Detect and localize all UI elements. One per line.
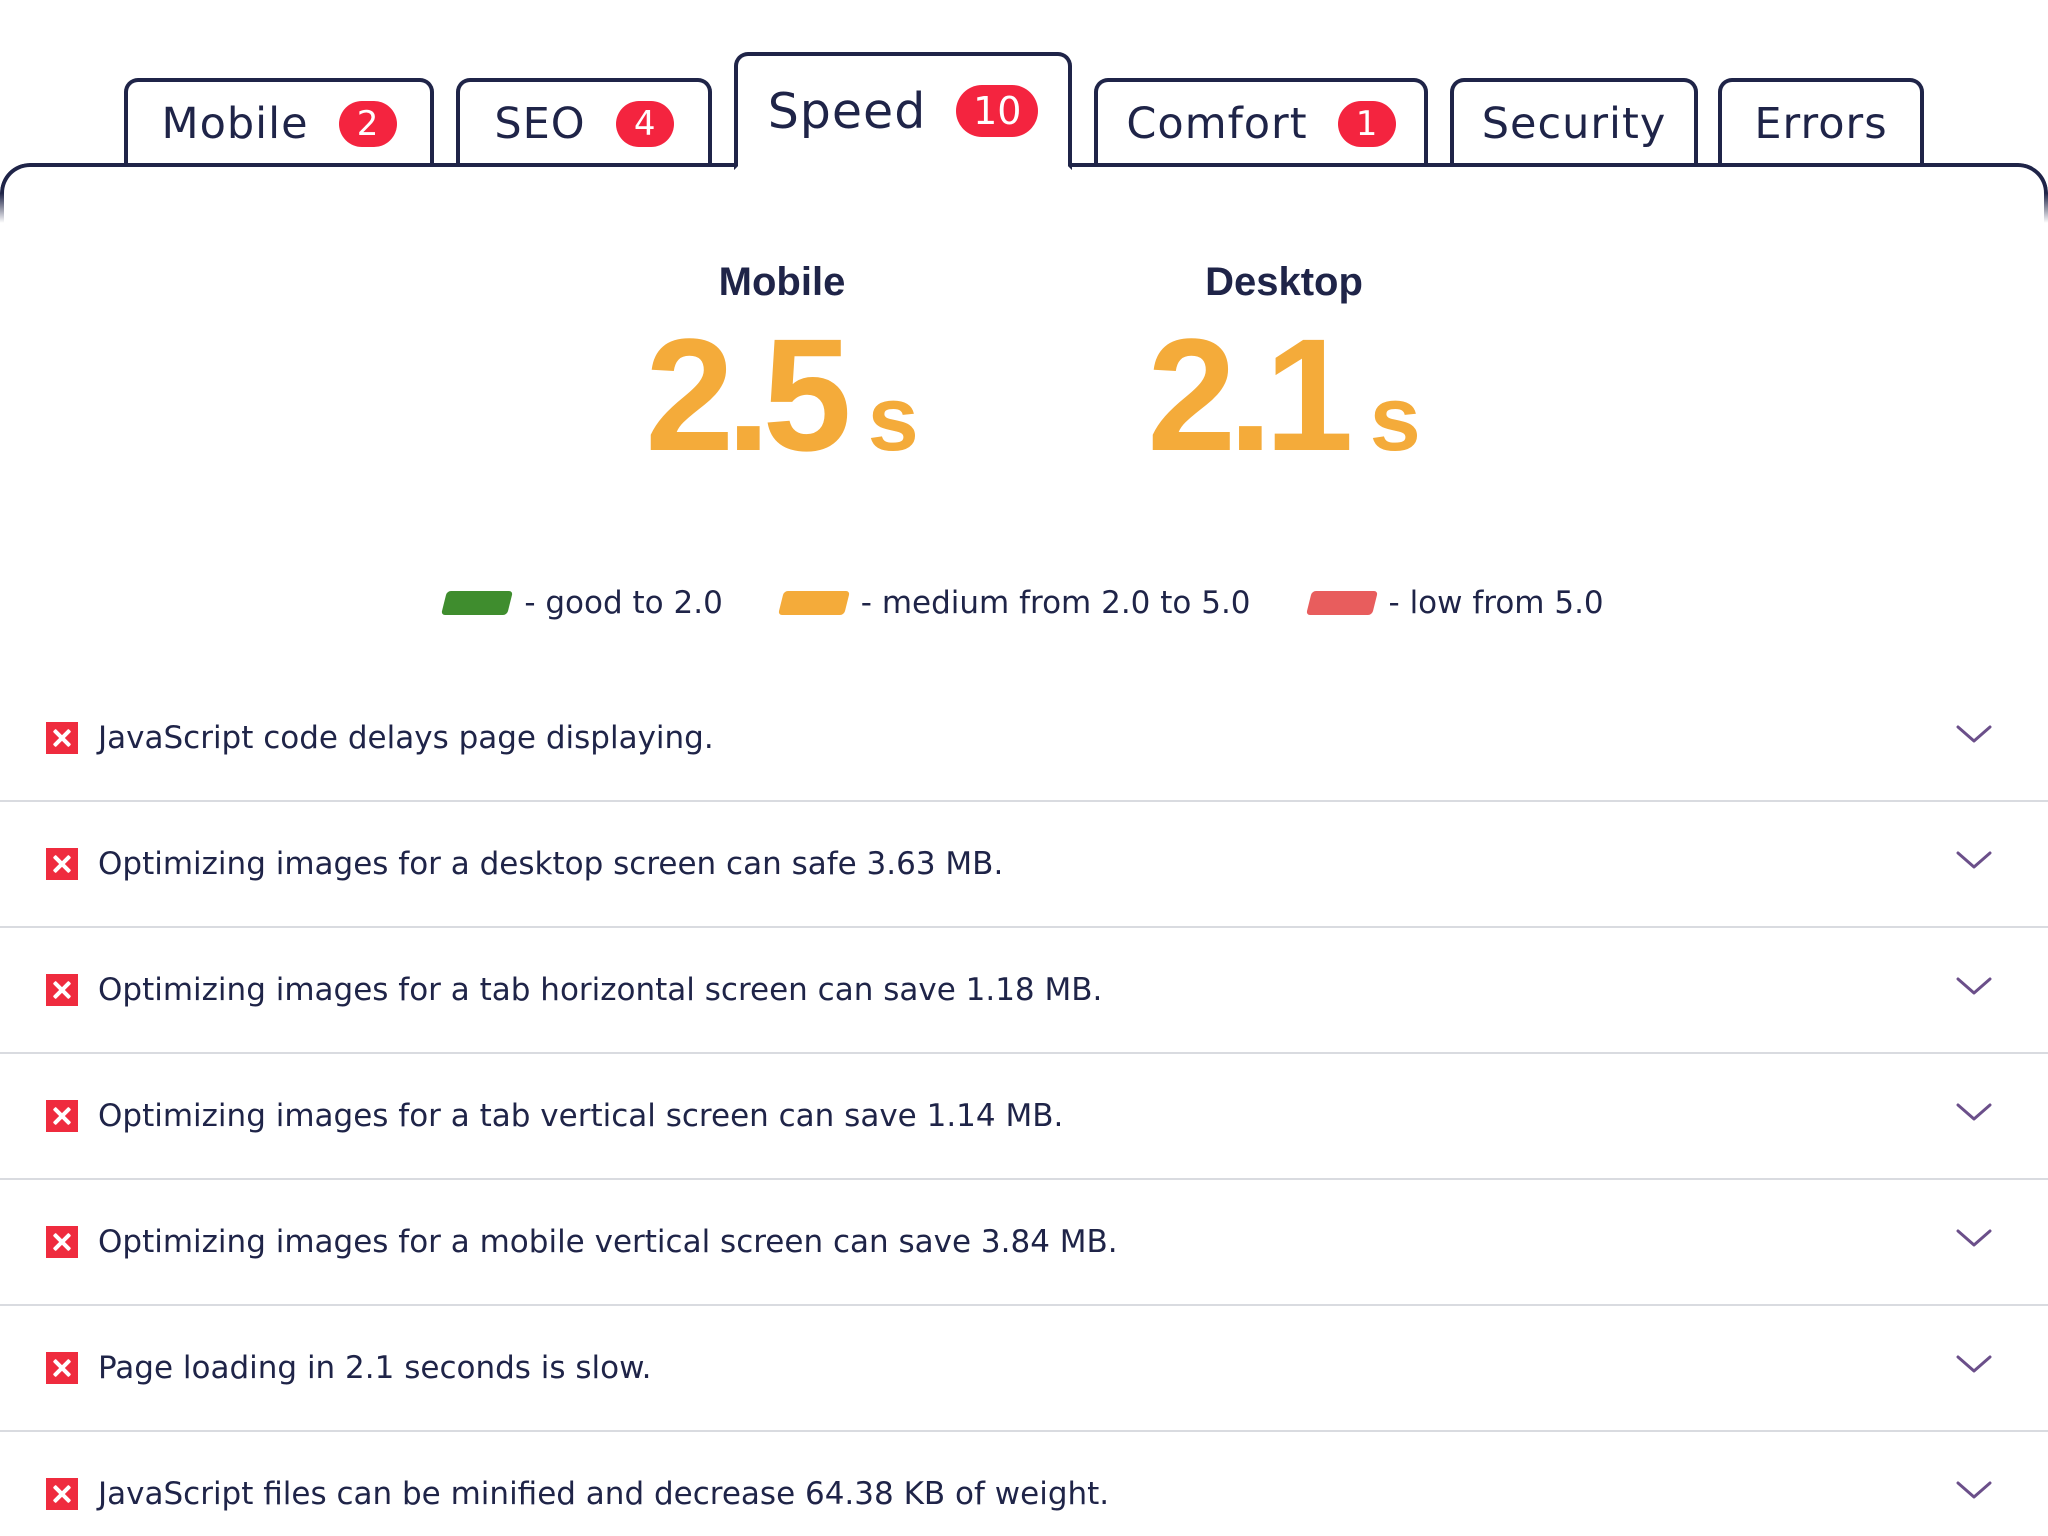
issue-row[interactable]: JavaScript code delays page displaying. [0, 676, 2048, 802]
speed-scores: Mobile 2.5 s Desktop 2.1 s [0, 260, 2048, 510]
error-x-icon [46, 1478, 78, 1510]
mobile-score-value: 2.5 [645, 305, 851, 484]
error-x-icon [46, 722, 78, 754]
mobile-score-value-row: 2.5 s [582, 315, 982, 475]
speed-report-panel: Mobile 2 SEO 4 Speed 10 Comfort 1 Securi… [0, 0, 2048, 1536]
tab-errors[interactable]: Errors [1718, 78, 1924, 166]
desktop-score-value-row: 2.1 s [1084, 315, 1484, 475]
issue-text: Optimizing images for a desktop screen c… [98, 846, 1004, 882]
tab-mobile[interactable]: Mobile 2 [124, 78, 434, 166]
chevron-down-icon[interactable] [1956, 724, 1992, 744]
mobile-score-unit: s [867, 368, 919, 470]
chevron-down-icon[interactable] [1956, 850, 1992, 870]
desktop-score-title: Desktop [1205, 260, 1363, 304]
issue-row[interactable]: Optimizing images for a tab vertical scr… [0, 1054, 2048, 1180]
speed-legend: - good to 2.0 - medium from 2.0 to 5.0 -… [0, 578, 2048, 628]
issue-row[interactable]: Optimizing images for a tab horizontal s… [0, 928, 2048, 1054]
error-x-icon [46, 974, 78, 1006]
desktop-score-value: 2.1 [1147, 305, 1353, 484]
issue-list: JavaScript code delays page displaying. … [0, 676, 2048, 1536]
tab-label: Comfort [1126, 99, 1308, 149]
tab-label: Errors [1754, 99, 1888, 149]
desktop-score-unit: s [1369, 368, 1421, 470]
tab-comfort[interactable]: Comfort 1 [1094, 78, 1428, 166]
chevron-down-icon[interactable] [1956, 1102, 1992, 1122]
panel-outline [0, 163, 2048, 223]
legend-item-good: - good to 2.0 [441, 585, 723, 621]
issue-row[interactable]: Optimizing images for a mobile vertical … [0, 1180, 2048, 1306]
tab-label: Mobile [161, 99, 309, 149]
chevron-down-icon[interactable] [1956, 1228, 1992, 1248]
issue-text: Optimizing images for a mobile vertical … [98, 1224, 1118, 1260]
chevron-down-icon[interactable] [1956, 1480, 1992, 1500]
tab-speed[interactable]: Speed 10 [734, 52, 1072, 170]
issue-row[interactable]: Page loading in 2.1 seconds is slow. [0, 1306, 2048, 1432]
tab-count-badge: 4 [615, 101, 674, 147]
issue-text: Optimizing images for a tab vertical scr… [98, 1098, 1064, 1134]
legend-swatch-good [441, 591, 514, 615]
legend-text-low: - low from 5.0 [1388, 585, 1604, 621]
tab-label: Security [1481, 99, 1667, 149]
chevron-down-icon[interactable] [1956, 976, 1992, 996]
tab-bar: Mobile 2 SEO 4 Speed 10 Comfort 1 Securi… [0, 0, 2048, 170]
issue-text: Optimizing images for a tab horizontal s… [98, 972, 1103, 1008]
legend-item-medium: - medium from 2.0 to 5.0 [777, 585, 1251, 621]
issue-text: JavaScript code delays page displaying. [98, 720, 714, 756]
issue-row[interactable]: Optimizing images for a desktop screen c… [0, 802, 2048, 928]
desktop-score: Desktop 2.1 s [1084, 260, 1484, 475]
error-x-icon [46, 1352, 78, 1384]
legend-swatch-low [1305, 591, 1378, 615]
issue-text: JavaScript files can be minified and dec… [98, 1476, 1110, 1512]
error-x-icon [46, 1100, 78, 1132]
tab-count-badge: 2 [338, 101, 397, 147]
tab-label: SEO [494, 99, 586, 149]
tab-label: Speed [767, 82, 927, 140]
error-x-icon [46, 848, 78, 880]
legend-text-medium: - medium from 2.0 to 5.0 [860, 585, 1251, 621]
legend-swatch-medium [777, 591, 850, 615]
tab-seo[interactable]: SEO 4 [456, 78, 712, 166]
legend-item-low: - low from 5.0 [1305, 585, 1604, 621]
tab-security[interactable]: Security [1450, 78, 1698, 166]
issue-row[interactable]: JavaScript files can be minified and dec… [0, 1432, 2048, 1536]
mobile-score: Mobile 2.5 s [582, 260, 982, 475]
issue-text: Page loading in 2.1 seconds is slow. [98, 1350, 652, 1386]
legend-text-good: - good to 2.0 [524, 585, 723, 621]
tab-count-badge: 10 [956, 85, 1039, 137]
error-x-icon [46, 1226, 78, 1258]
tab-count-badge: 1 [1337, 101, 1396, 147]
chevron-down-icon[interactable] [1956, 1354, 1992, 1374]
mobile-score-title: Mobile [718, 260, 846, 304]
